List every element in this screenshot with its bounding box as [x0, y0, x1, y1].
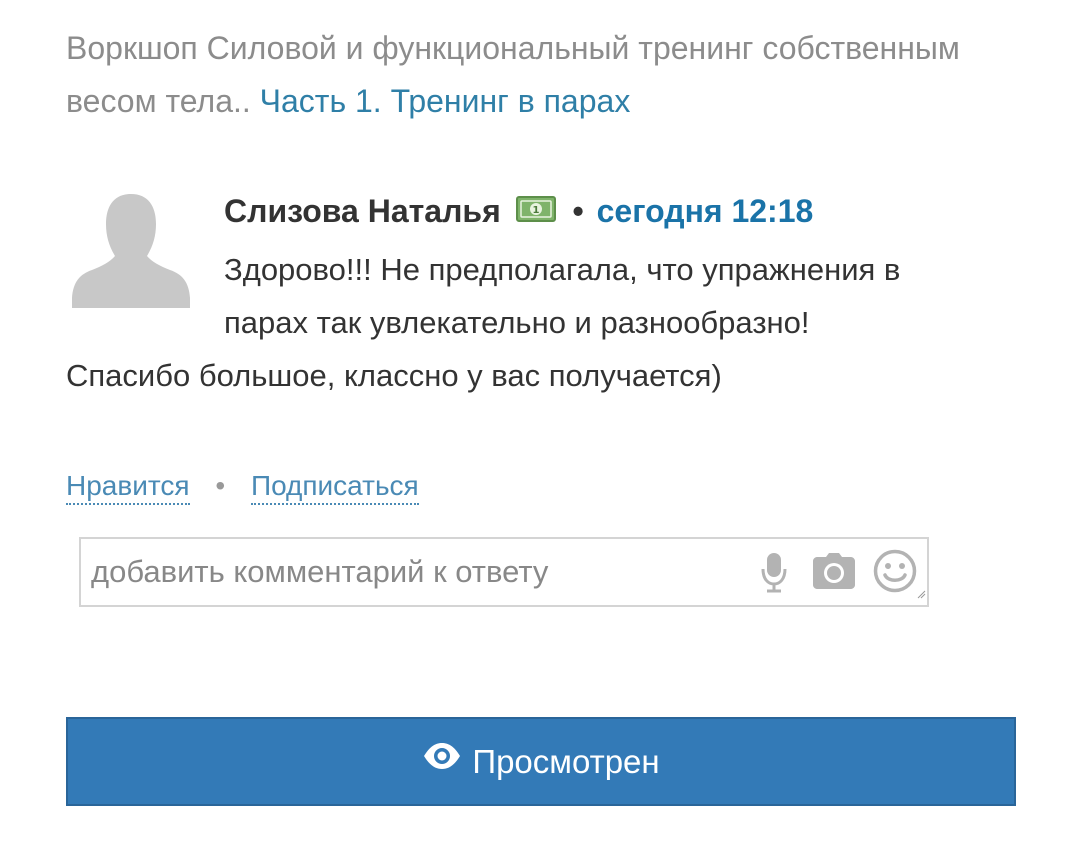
microphone-icon[interactable]	[761, 551, 787, 598]
comment-meta: Слизова Наталья 1 • сегодня 12:18	[66, 183, 1026, 241]
comment-text-line: парах так увлекательно и разнообразно!	[224, 305, 810, 340]
comment-text: Здорово!!! Не предполагала, что упражнен…	[66, 243, 1026, 402]
svg-text:1: 1	[532, 205, 539, 216]
comment: Слизова Наталья 1 • сегодня 12:18 Здоров…	[66, 183, 1026, 402]
post-part-link[interactable]: Часть 1. Тренинг в парах	[260, 83, 631, 119]
viewed-button-label: Просмотрен	[472, 742, 660, 780]
post-header: Воркшоп Силовой и функциональный тренинг…	[66, 22, 1026, 128]
reply-input[interactable]	[91, 539, 731, 605]
comment-actions: Нравится • Подписаться	[66, 466, 419, 506]
viewed-button[interactable]: Просмотрен	[66, 717, 1016, 806]
like-link[interactable]: Нравится	[66, 470, 190, 505]
comment-time[interactable]: сегодня 12:18	[597, 193, 814, 229]
actions-separator: •	[215, 470, 226, 501]
money-icon: 1	[515, 183, 556, 239]
eye-icon	[422, 741, 462, 779]
reply-input-box	[79, 537, 929, 607]
resize-grip-icon[interactable]	[916, 586, 926, 604]
smiley-icon[interactable]	[873, 549, 917, 598]
author-name[interactable]: Слизова Наталья	[224, 193, 501, 229]
comment-text-line: Спасибо большое, классно у вас получаетс…	[66, 358, 722, 393]
camera-icon[interactable]	[813, 553, 855, 594]
subscribe-link[interactable]: Подписаться	[250, 470, 419, 505]
meta-separator: •	[572, 193, 584, 229]
comment-text-line: Здорово!!! Не предполагала, что упражнен…	[224, 252, 901, 287]
